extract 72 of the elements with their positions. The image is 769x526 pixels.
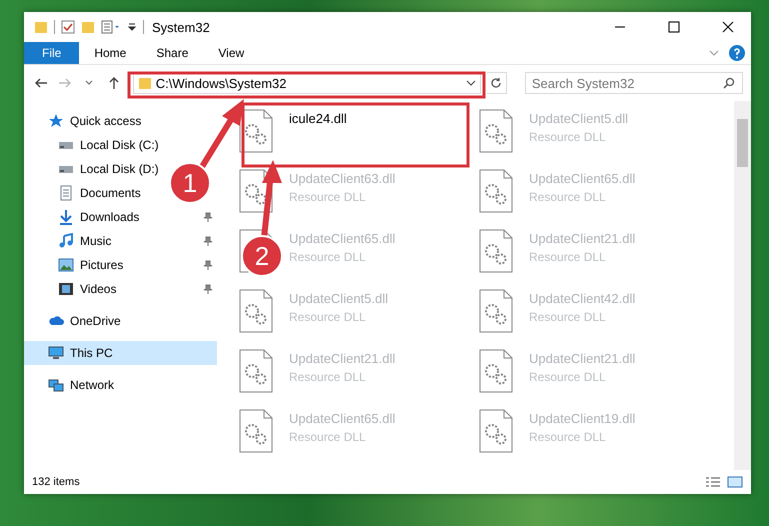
callout-badge: 1 xyxy=(169,162,211,204)
folder-icon xyxy=(138,76,152,90)
address-field[interactable]: C:\Windows\System32 xyxy=(132,72,481,94)
sidebar-item[interactable]: OneDrive xyxy=(24,309,127,333)
file-type: Resource DLL xyxy=(529,430,607,444)
sidebar-item[interactable]: This PC xyxy=(24,341,217,365)
sidebar-item[interactable]: Local Disk (C:) xyxy=(24,133,165,157)
sidebar-item[interactable]: Network xyxy=(24,373,120,397)
music-note-icon xyxy=(58,233,74,249)
details-view-icon[interactable] xyxy=(705,476,721,488)
file-name[interactable]: icule24.dll xyxy=(289,111,347,126)
forward-arrow-icon xyxy=(58,77,72,89)
sidebar-item[interactable]: Downloads xyxy=(24,205,146,229)
search-icon xyxy=(723,77,736,89)
pin-icon[interactable] xyxy=(203,284,213,294)
ribbon-tab[interactable]: View xyxy=(203,42,260,64)
close-icon xyxy=(722,21,734,33)
pin-icon[interactable] xyxy=(203,212,213,222)
file-type: Resource DLL xyxy=(529,310,607,324)
file-type: Resource DLL xyxy=(529,250,607,264)
gear-file-icon xyxy=(239,349,273,393)
large-icons-view-icon[interactable] xyxy=(727,476,743,488)
callout-badge: 2 xyxy=(241,235,283,277)
download-icon xyxy=(58,209,74,225)
ribbon-tab[interactable]: Home xyxy=(79,42,142,64)
file-type: Resource DLL xyxy=(289,310,367,324)
gear-file-icon xyxy=(479,409,513,453)
sidebar-item[interactable]: Music xyxy=(24,229,118,253)
monitor-icon xyxy=(48,345,64,361)
pin-icon[interactable] xyxy=(203,236,213,246)
gear-file-icon xyxy=(479,229,513,273)
maximize-icon xyxy=(668,21,680,33)
gear-file-icon xyxy=(479,349,513,393)
sidebar-item[interactable]: Pictures xyxy=(24,253,130,277)
sidebar-item[interactable]: Documents xyxy=(24,181,147,205)
checklist-icon[interactable] xyxy=(61,20,75,34)
dropdown-icon[interactable] xyxy=(466,79,476,87)
sidebar-item[interactable]: Local Disk (D:) xyxy=(24,157,165,181)
file-type: Resource DLL xyxy=(289,190,367,204)
file-type: Resource DLL xyxy=(529,370,607,384)
gear-file-icon xyxy=(479,109,513,153)
gear-file-icon xyxy=(479,169,513,213)
network-icon xyxy=(48,377,64,393)
properties-icon[interactable] xyxy=(101,20,121,34)
ribbon-tab[interactable]: Share xyxy=(141,42,204,64)
scrollbar[interactable] xyxy=(734,101,751,470)
sidebar-item[interactable]: Quick access xyxy=(24,109,148,133)
window-title: System32 xyxy=(152,20,210,34)
ribbon-tab[interactable]: File xyxy=(24,42,80,64)
help-icon[interactable] xyxy=(729,45,745,61)
refresh-button[interactable] xyxy=(486,72,507,94)
refresh-icon xyxy=(490,77,502,89)
star-icon xyxy=(48,113,64,129)
sidebar-item[interactable]: Videos xyxy=(24,277,122,301)
file-type: Resource DLL xyxy=(529,130,607,144)
up-arrow-icon xyxy=(108,76,120,90)
film-icon xyxy=(58,281,74,297)
picture-icon xyxy=(58,257,74,273)
item-count: 132 items xyxy=(32,476,80,488)
chevron-icon[interactable] xyxy=(709,49,719,57)
file-type: Resource DLL xyxy=(529,190,607,204)
back-arrow-icon xyxy=(34,77,48,89)
file-type: Resource DLL xyxy=(289,250,367,264)
caret-icon xyxy=(85,80,94,86)
gear-file-icon xyxy=(239,409,273,453)
document-icon xyxy=(58,185,74,201)
file-type: Resource DLL xyxy=(289,370,367,384)
gear-file-icon xyxy=(479,289,513,333)
search-field[interactable]: Search System32 xyxy=(524,72,744,94)
file-type: Resource DLL xyxy=(289,430,367,444)
gear-file-icon xyxy=(239,289,273,333)
pin-icon[interactable] xyxy=(203,260,213,270)
